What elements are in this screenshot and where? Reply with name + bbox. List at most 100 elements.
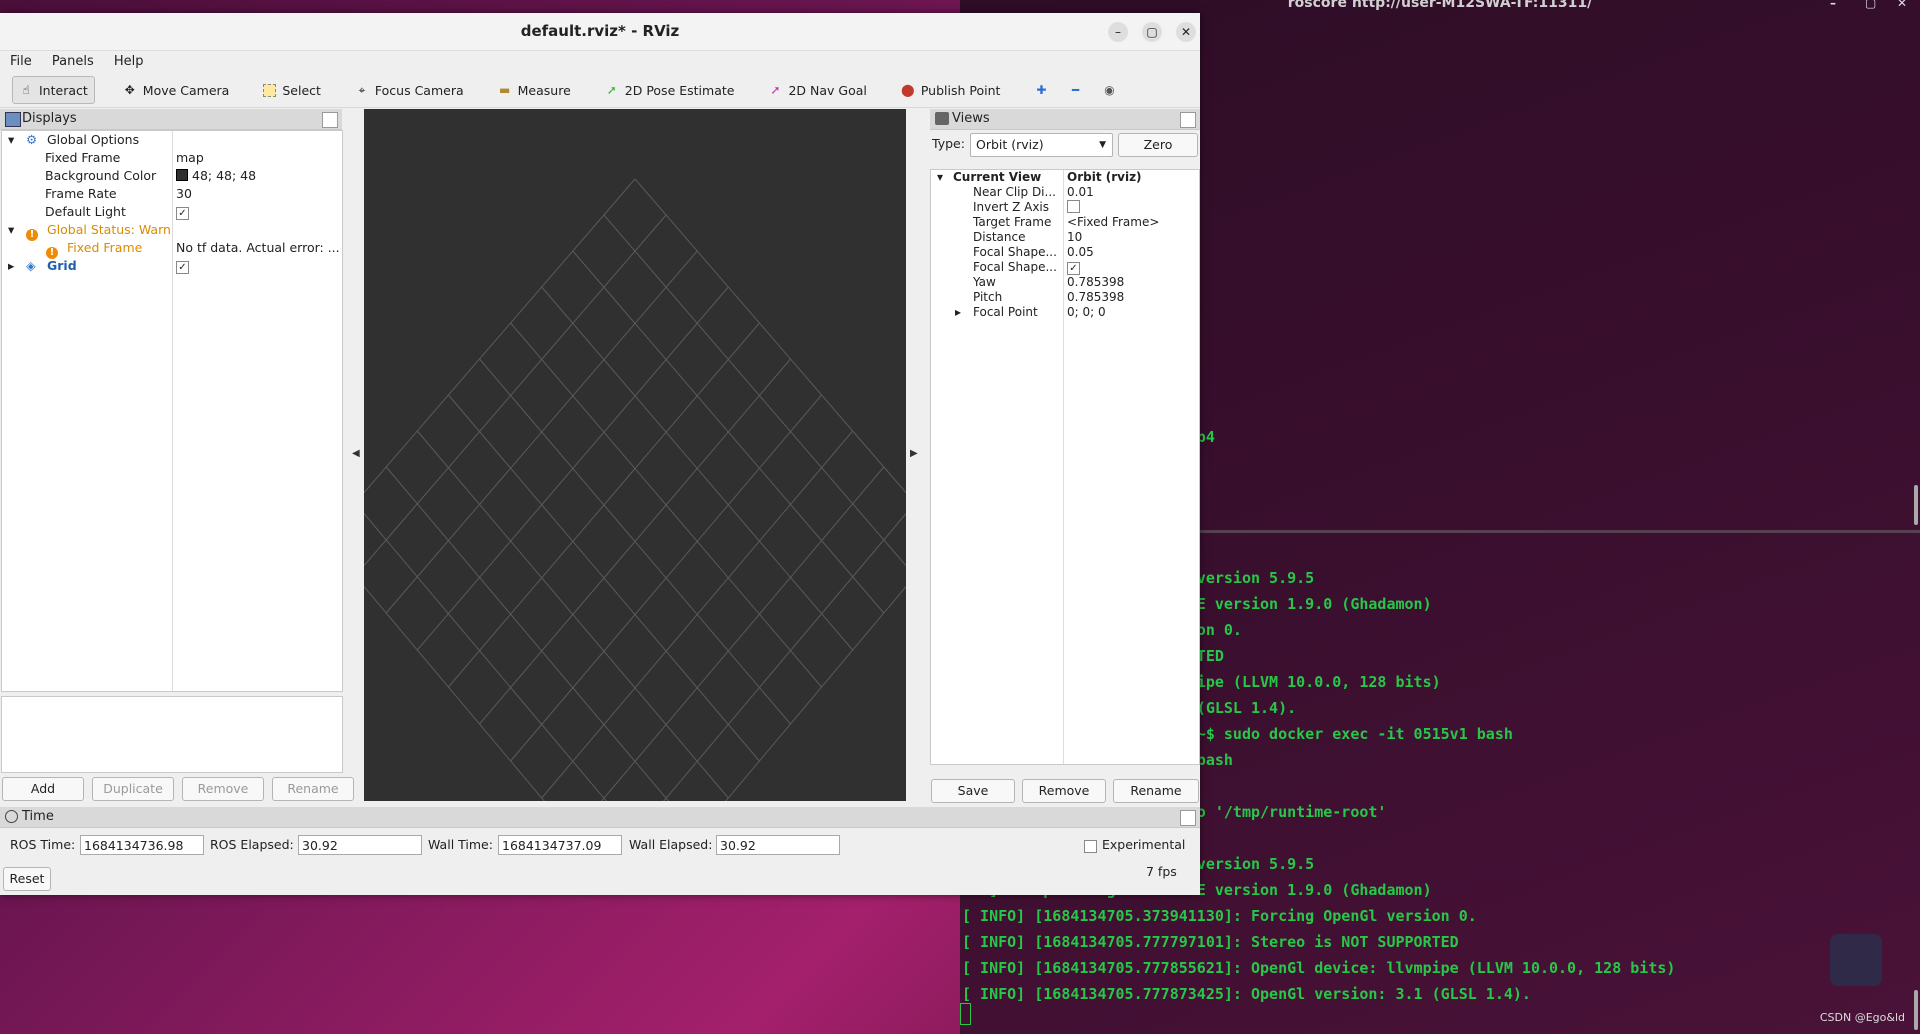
save-view-button[interactable]: Save <box>931 779 1015 803</box>
toolbar: ☝ Interact ✥ Move Camera Select ⌖ Focus … <box>0 73 1200 108</box>
fps-readout: 7 fps <box>1146 864 1177 879</box>
maximize-button[interactable]: ▢ <box>1142 22 1162 42</box>
close-button[interactable]: ✕ <box>1176 22 1196 42</box>
eye-icon: ◉ <box>1104 83 1115 97</box>
add-tool-button[interactable]: ✚ <box>1028 77 1060 103</box>
grid-enabled-checkbox[interactable]: ✓ <box>176 257 189 275</box>
ros-elapsed-field[interactable]: 30.92 <box>298 835 422 855</box>
right-splitter-arrow-icon[interactable]: ▶ <box>910 448 918 459</box>
view-type-row: Type: Orbit (rviz) ▼ Zero <box>930 133 1200 157</box>
zero-button[interactable]: Zero <box>1118 133 1198 157</box>
nav-goal-tool[interactable]: ➚ 2D Nav Goal <box>762 77 872 103</box>
focal-shape-fixed-label: Focal Shape... <box>973 260 1057 274</box>
current-view-label: Current View <box>953 170 1042 184</box>
duplicate-button[interactable]: Duplicate <box>92 777 174 801</box>
time-panel: Time ROS Time: 1684134736.98 ROS Elapsed… <box>0 807 1200 895</box>
terminal-maximize-icon[interactable]: ▢ <box>1865 0 1876 9</box>
collapse-arrow-icon[interactable]: ▸ <box>8 257 14 275</box>
terminal-line: [ INFO] [1684134705.777873425]: OpenGl v… <box>962 985 1531 1003</box>
experimental-label: Experimental <box>1102 837 1186 852</box>
wall-time-field[interactable]: 1684134737.09 <box>498 835 622 855</box>
near-clip-value[interactable]: 0.01 <box>1067 185 1094 200</box>
wall-elapsed-field[interactable]: 30.92 <box>716 835 840 855</box>
expand-arrow-icon[interactable]: ▾ <box>8 221 14 239</box>
view-type-select[interactable]: Orbit (rviz) ▼ <box>970 133 1113 157</box>
render-viewport[interactable] <box>364 109 906 801</box>
frame-rate-value[interactable]: 30 <box>176 185 192 203</box>
terminal-close-icon[interactable]: ✕ <box>1897 0 1907 9</box>
window-titlebar[interactable]: default.rviz* - RViz – ▢ ✕ <box>0 13 1200 51</box>
view-properties-tree[interactable]: ▾ Current View Orbit (rviz) Near Clip Di… <box>930 169 1200 765</box>
add-button[interactable]: Add <box>2 777 84 801</box>
home-folder-icon[interactable] <box>1830 934 1882 986</box>
plus-icon: ✚ <box>1036 83 1047 97</box>
background-color-text: 48; 48; 48 <box>192 168 257 183</box>
displays-panel: Displays ▾ ⚙ Global Options Fixed Frame … <box>0 109 354 807</box>
tree-column-splitter[interactable] <box>172 131 173 691</box>
move-camera-tool[interactable]: ✥ Move Camera <box>117 77 236 103</box>
wall-time-label: Wall Time: <box>428 837 493 852</box>
pitch-value[interactable]: 0.785398 <box>1067 290 1124 305</box>
reset-button[interactable]: Reset <box>3 867 51 891</box>
views-undock-button[interactable] <box>1180 112 1196 128</box>
terminal-scrollbar-top[interactable] <box>1914 485 1918 525</box>
expand-arrow-icon[interactable]: ▾ <box>8 131 14 149</box>
collapse-arrow-icon[interactable]: ▸ <box>955 305 961 320</box>
fixed-frame-value[interactable]: map <box>176 149 204 167</box>
interact-tool[interactable]: ☝ Interact <box>12 76 95 104</box>
minimize-button[interactable]: – <box>1108 22 1128 42</box>
undock-button[interactable] <box>322 112 338 128</box>
select-box-icon <box>263 83 277 97</box>
magenta-arrow-icon: ➚ <box>770 83 781 97</box>
ruler-icon: ▬ <box>498 83 511 97</box>
yaw-value[interactable]: 0.785398 <box>1067 275 1124 290</box>
invert-z-label: Invert Z Axis <box>973 200 1050 214</box>
focus-camera-tool[interactable]: ⌖ Focus Camera <box>349 77 470 103</box>
target-frame-value[interactable]: <Fixed Frame> <box>1067 215 1159 230</box>
pose-estimate-tool[interactable]: ➚ 2D Pose Estimate <box>599 77 741 103</box>
rename-view-button[interactable]: Rename <box>1113 779 1199 803</box>
frame-rate-label: Frame Rate <box>45 186 117 201</box>
nav-goal-label: 2D Nav Goal <box>788 82 867 98</box>
display-description-box <box>1 696 343 773</box>
terminal-title: roscore http://user-M12SWA-TF:11311/ <box>1287 0 1593 11</box>
grid-3d-view[interactable] <box>364 109 906 801</box>
menu-file[interactable]: File <box>10 54 32 69</box>
dropdown-arrow-icon: ▼ <box>1099 140 1106 150</box>
left-splitter-arrow-icon[interactable]: ◀ <box>352 448 360 459</box>
remove-tool-button[interactable]: ━ <box>1062 77 1094 103</box>
background-color-value[interactable]: 48; 48; 48 <box>176 167 256 185</box>
move-arrows-icon: ✥ <box>124 83 135 97</box>
gear-icon: ⚙ <box>26 132 38 147</box>
terminal-scrollbar-bottom[interactable] <box>1914 990 1918 1030</box>
menu-help[interactable]: Help <box>114 54 144 69</box>
hand-icon: ☝ <box>22 83 30 97</box>
displays-header: Displays <box>0 109 342 130</box>
focal-point-value[interactable]: 0; 0; 0 <box>1067 305 1106 320</box>
rename-display-button[interactable]: Rename <box>272 777 354 801</box>
rviz-window[interactable]: default.rviz* - RViz – ▢ ✕ File Panels H… <box>0 13 1200 895</box>
grid-line <box>364 585 545 801</box>
terminal-minimize-icon[interactable]: – <box>1830 0 1836 9</box>
displays-tree[interactable]: ▾ ⚙ Global Options Fixed Frame map Backg… <box>1 130 343 692</box>
views-title: Views <box>952 111 990 126</box>
minus-icon: ━ <box>1071 83 1080 97</box>
remove-view-button[interactable]: Remove <box>1022 779 1106 803</box>
time-undock-button[interactable] <box>1180 810 1196 826</box>
menu-panels[interactable]: Panels <box>52 54 94 69</box>
ros-time-label: ROS Time: <box>10 837 76 852</box>
remove-display-button[interactable]: Remove <box>182 777 264 801</box>
select-tool[interactable]: Select <box>257 77 327 103</box>
focal-shape-fixed-checkbox[interactable]: ✓ <box>1067 260 1080 275</box>
expand-arrow-icon[interactable]: ▾ <box>937 170 943 185</box>
views-column-splitter[interactable] <box>1063 170 1064 764</box>
toolbar-options-button[interactable]: ◉ <box>1096 77 1128 103</box>
interact-label: Interact <box>39 82 88 98</box>
measure-tool[interactable]: ▬ Measure <box>492 77 577 103</box>
distance-value[interactable]: 10 <box>1067 230 1082 245</box>
experimental-checkbox[interactable] <box>1084 840 1097 857</box>
focal-shape-size-value[interactable]: 0.05 <box>1067 245 1094 260</box>
ros-time-field[interactable]: 1684134736.98 <box>80 835 204 855</box>
default-light-checkbox[interactable]: ✓ <box>176 203 189 221</box>
publish-point-tool[interactable]: ⬤ Publish Point <box>895 77 1007 103</box>
